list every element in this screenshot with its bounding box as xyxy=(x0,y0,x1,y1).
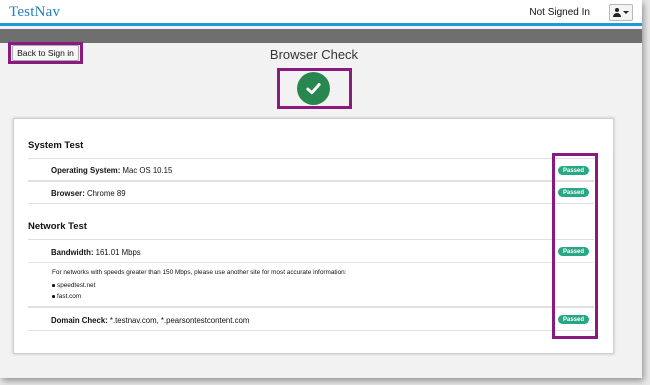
bandwidth-value: 161.01 Mbps xyxy=(93,248,141,257)
status-badges-highlight xyxy=(552,153,598,339)
browser-value: Chrome 89 xyxy=(84,189,126,198)
row-divider xyxy=(28,262,594,263)
browser-text: Browser: Chrome 89 xyxy=(51,189,126,198)
sign-in-status: Not Signed In xyxy=(529,7,590,18)
bandwidth-label: Bandwidth: xyxy=(51,248,94,257)
top-navbar: TestNav Not Signed In xyxy=(0,0,642,26)
brand-logo: TestNav xyxy=(9,4,61,20)
speedtest-link[interactable]: speedtest.net xyxy=(51,282,95,289)
bandwidth-info-text: For networks with speeds greater than 15… xyxy=(52,269,347,276)
domain-value: *.testnav.com, *.pearsontestcontent.com xyxy=(107,316,250,325)
domain-row: Domain Check: *.testnav.com, *.pearsonte… xyxy=(28,307,594,331)
user-menu-button[interactable] xyxy=(609,4,633,21)
check-mark-icon xyxy=(306,83,321,95)
browser-label: Browser: xyxy=(51,189,85,198)
os-row: Operating System: Mac OS 10.15 xyxy=(28,158,594,181)
caret-down-icon xyxy=(623,11,629,14)
page-title: Browser Check xyxy=(269,47,359,62)
os-value: Mac OS 10.15 xyxy=(120,166,173,175)
system-test-title: System Test xyxy=(28,140,84,151)
testnav-window: TestNav Not Signed In Back to Sign in Br… xyxy=(0,0,642,378)
domain-text: Domain Check: *.testnav.com, *.pearsonte… xyxy=(51,316,249,325)
network-test-title: Network Test xyxy=(28,221,87,232)
fast-link[interactable]: fast.com xyxy=(51,293,81,300)
domain-label: Domain Check: xyxy=(51,316,108,325)
status-bar xyxy=(0,29,642,43)
check-circle-icon xyxy=(297,72,330,105)
os-text: Operating System: Mac OS 10.15 xyxy=(51,166,172,175)
user-icon xyxy=(613,8,621,17)
browser-row: Browser: Chrome 89 xyxy=(28,181,594,204)
os-label: Operating System: xyxy=(51,166,121,175)
bandwidth-text: Bandwidth: 161.01 Mbps xyxy=(51,248,141,257)
